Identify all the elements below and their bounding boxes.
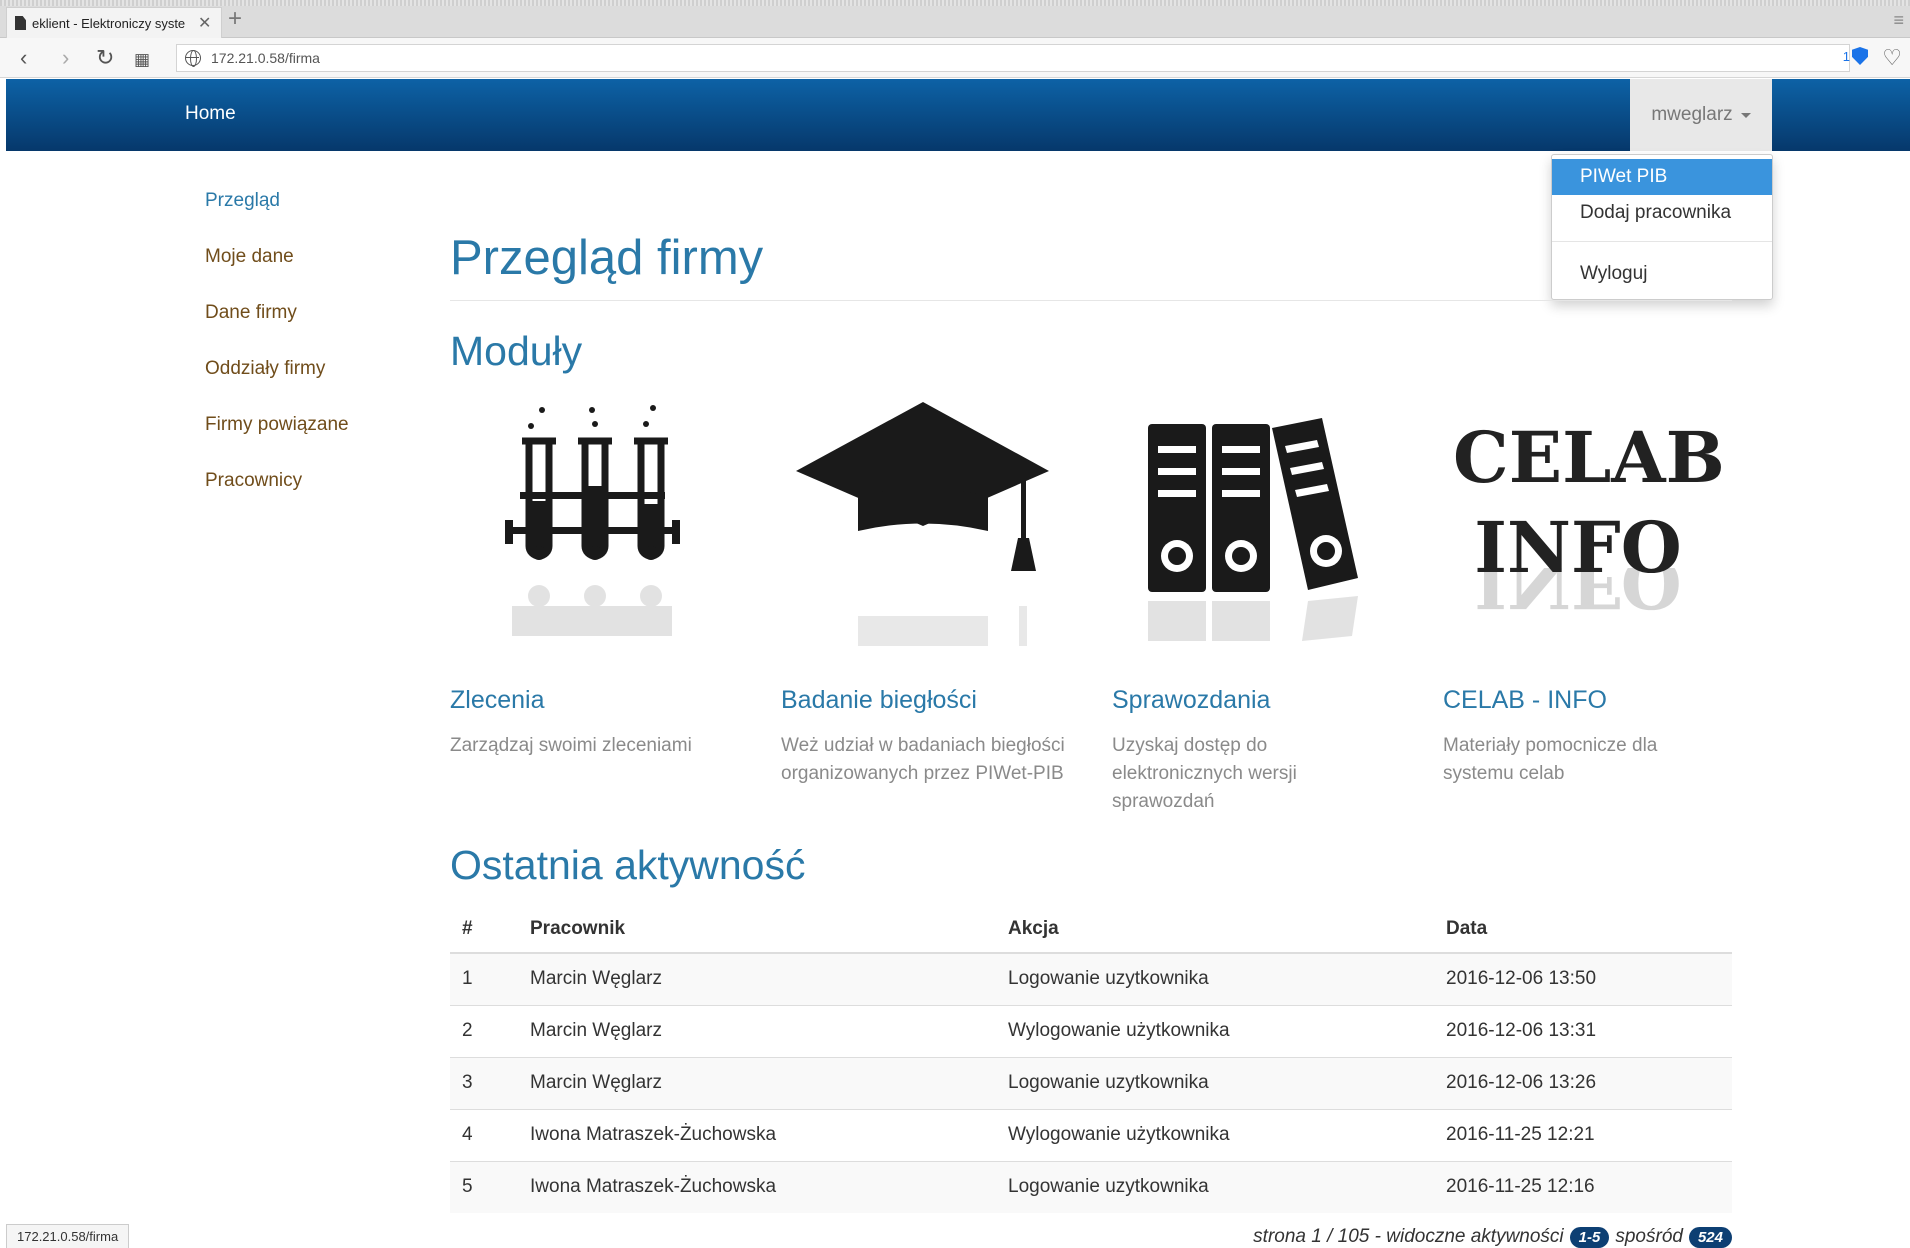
- home-link[interactable]: Home: [185, 103, 236, 125]
- heart-icon[interactable]: ♡: [1882, 44, 1902, 72]
- browser-tab-strip: eklient - Elektroniczy syste ✕ + ≡: [0, 0, 1910, 38]
- tab-menu-icon[interactable]: ≡: [1893, 10, 1904, 31]
- chevron-down-icon: [1740, 112, 1751, 118]
- sidebar-item-overview[interactable]: Przegląd: [205, 190, 349, 246]
- cell-number: 4: [450, 1108, 518, 1161]
- ad-block-shield[interactable]: 1: [1843, 47, 1868, 65]
- new-tab-plus-icon[interactable]: +: [228, 7, 242, 31]
- module-description: Materiały pomocnicze dla systemu celab: [1443, 735, 1658, 784]
- globe-icon: [185, 50, 201, 67]
- app-navbar: Home mweglarz: [6, 79, 1910, 151]
- cell-date: 2016-12-06 13:31: [1434, 1004, 1732, 1057]
- cell-action: Wylogowanie użytkownika: [996, 1004, 1434, 1057]
- cell-action: Logowanie uzytkownika: [996, 1160, 1434, 1213]
- user-dropdown-menu: PIWet PIB Dodaj pracownika Wyloguj: [1551, 154, 1773, 300]
- url-text: 172.21.0.58/firma: [211, 50, 320, 66]
- cell-date: 2016-11-25 12:16: [1434, 1160, 1732, 1213]
- pagination-prefix: strona 1 / 105 - widoczne aktywności: [1253, 1226, 1564, 1247]
- module-reports[interactable]: Sprawozdania Uzyskaj dostęp do elektroni…: [1112, 396, 1412, 812]
- module-title[interactable]: CELAB - INFO: [1443, 686, 1607, 715]
- sidebar-item-related-companies[interactable]: Firmy powiązane: [205, 414, 349, 470]
- activity-table: # Pracownik Akcja Data 1 Marcin Węglarz …: [450, 905, 1732, 1213]
- pagination-of: spośród: [1615, 1226, 1683, 1247]
- table-row: 2 Marcin Węglarz Wylogowanie użytkownika…: [450, 1004, 1732, 1057]
- file-icon: [15, 16, 26, 30]
- sidebar-item-branches[interactable]: Oddziały firmy: [205, 358, 349, 414]
- module-description: Uzyskaj dostęp do elektronicznych wersji…: [1112, 735, 1297, 812]
- total-badge: 524: [1688, 1226, 1732, 1248]
- browser-tab[interactable]: eklient - Elektroniczy syste ✕: [6, 7, 222, 38]
- module-title[interactable]: Sprawozdania: [1112, 686, 1270, 715]
- test-tubes-icon: [450, 396, 750, 676]
- table-row: 4 Iwona Matraszek-Żuchowska Wylogowanie …: [450, 1108, 1732, 1161]
- activity-heading: Ostatnia aktywność: [450, 842, 806, 888]
- cell-date: 2016-12-06 13:26: [1434, 1056, 1732, 1109]
- dropdown-item-logout[interactable]: Wyloguj: [1552, 256, 1772, 292]
- celab-info-logo: CELAB INFO INFO: [1443, 396, 1743, 676]
- user-menu-toggle[interactable]: mweglarz: [1630, 79, 1772, 151]
- forward-icon[interactable]: ›: [62, 44, 69, 72]
- cell-employee: Iwona Matraszek-Żuchowska: [518, 1108, 996, 1161]
- module-title[interactable]: Zlecenia: [450, 686, 545, 715]
- table-header-row: # Pracownik Akcja Data: [450, 905, 1732, 954]
- url-input[interactable]: 172.21.0.58/firma: [176, 44, 1850, 72]
- cell-action: Wylogowanie użytkownika: [996, 1108, 1434, 1161]
- browser-address-bar: ‹ › ↻ ▦ 172.21.0.58/firma 1 ♡: [0, 38, 1910, 78]
- page-title: Przegląd firmy: [450, 231, 764, 285]
- table-row: 5 Iwona Matraszek-Żuchowska Logowanie uz…: [450, 1160, 1732, 1213]
- module-description: Zarządzaj swoimi zleceniami: [450, 735, 692, 756]
- title-divider: [450, 300, 1732, 301]
- cell-number: 3: [450, 1056, 518, 1109]
- module-proficiency-testing[interactable]: Badanie biegłości Weż udział w badaniach…: [781, 396, 1081, 784]
- module-celab-info[interactable]: CELAB INFO INFO CELAB - INFO Materiały p…: [1443, 396, 1743, 784]
- sidebar-item-my-data[interactable]: Moje dane: [205, 246, 349, 302]
- cell-employee: Marcin Węglarz: [518, 1004, 996, 1057]
- table-row: 3 Marcin Węglarz Logowanie uzytkownika 2…: [450, 1056, 1732, 1109]
- cell-date: 2016-11-25 12:21: [1434, 1108, 1732, 1161]
- column-header-number: #: [450, 905, 518, 954]
- cell-employee: Marcin Węglarz: [518, 1056, 996, 1109]
- cell-number: 1: [450, 952, 518, 1005]
- close-icon[interactable]: ✕: [198, 13, 211, 33]
- range-badge: 1-5: [1569, 1226, 1610, 1248]
- graduation-cap-icon: [781, 396, 1081, 676]
- shield-count: 1: [1842, 48, 1850, 64]
- cell-employee: Iwona Matraszek-Żuchowska: [518, 1160, 996, 1213]
- cell-action: Logowanie uzytkownika: [996, 1056, 1434, 1109]
- celab-logo-reflection: INFO: [1474, 568, 1682, 622]
- column-header-date: Data: [1434, 905, 1732, 954]
- modules-heading: Moduły: [450, 328, 583, 374]
- dropdown-divider: [1552, 241, 1772, 242]
- dropdown-item-piwet-pib[interactable]: PIWet PIB: [1552, 159, 1772, 195]
- module-description: Weż udział w badaniach biegłości organiz…: [781, 735, 1065, 784]
- status-bar-url: 172.21.0.58/firma: [6, 1224, 130, 1248]
- cell-number: 2: [450, 1004, 518, 1057]
- shield-icon: [1852, 47, 1868, 65]
- binders-icon: [1112, 396, 1412, 676]
- table-row: 1 Marcin Węglarz Logowanie uzytkownika 2…: [450, 952, 1732, 1005]
- celab-logo-line1: CELAB: [1453, 416, 1725, 499]
- module-orders[interactable]: Zlecenia Zarządzaj swoimi zleceniami: [450, 396, 750, 756]
- module-title[interactable]: Badanie biegłości: [781, 686, 977, 715]
- username: mweglarz: [1651, 104, 1733, 125]
- reload-icon[interactable]: ↻: [96, 44, 114, 72]
- cell-date: 2016-12-06 13:50: [1434, 952, 1732, 1005]
- cell-employee: Marcin Węglarz: [518, 952, 996, 1005]
- sidebar-item-company-data[interactable]: Dane firmy: [205, 302, 349, 358]
- sidebar-nav: Przegląd Moje dane Dane firmy Oddziały f…: [205, 190, 349, 526]
- speed-dial-icon[interactable]: ▦: [134, 46, 150, 74]
- sidebar-item-employees[interactable]: Pracownicy: [205, 470, 349, 526]
- pagination-info: strona 1 / 105 - widoczne aktywności 1-5…: [1253, 1226, 1732, 1248]
- cell-number: 5: [450, 1160, 518, 1213]
- back-icon[interactable]: ‹: [20, 44, 27, 72]
- column-header-employee: Pracownik: [518, 905, 996, 954]
- cell-action: Logowanie uzytkownika: [996, 952, 1434, 1005]
- column-header-action: Akcja: [996, 905, 1434, 954]
- browser-tab-title: eklient - Elektroniczy syste: [32, 15, 186, 31]
- dropdown-item-add-employee[interactable]: Dodaj pracownika: [1552, 195, 1772, 231]
